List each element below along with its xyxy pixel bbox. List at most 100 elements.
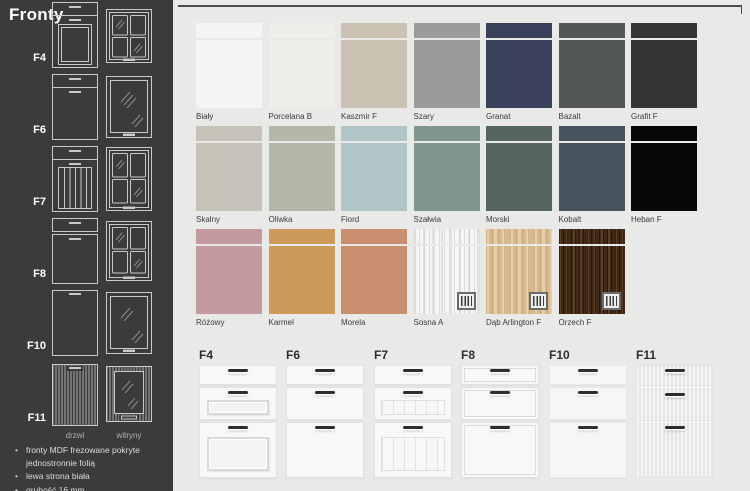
color-swatch: Różowy xyxy=(196,229,262,327)
color-swatch: Kobalt xyxy=(559,126,625,224)
color-swatch: Szałwia xyxy=(414,126,480,224)
palette-row: Różowy Karmel Morela Sosna A Dąb Arlingt… xyxy=(196,229,625,327)
swatch-chip xyxy=(196,23,262,108)
drawer xyxy=(374,365,452,385)
front-row-label: F6 xyxy=(0,124,46,136)
seam-line xyxy=(637,387,713,388)
swatch-chip xyxy=(631,23,697,108)
swatch-label: Granat xyxy=(486,112,552,121)
front-card-label: F11 xyxy=(636,348,714,365)
color-swatch: Kaszmir F xyxy=(341,23,407,121)
handle-icon xyxy=(490,369,510,372)
drawer xyxy=(461,387,539,420)
vitrines-column-label: witryny xyxy=(104,431,154,440)
handle-icon xyxy=(665,369,685,372)
palette-row: Skalny Oliwka Fiord Szałwia Morski Kobal… xyxy=(196,126,697,224)
wood-grain-icon xyxy=(602,292,621,310)
outline-frame xyxy=(464,425,536,475)
door-f11-icon xyxy=(52,364,98,431)
front-card-f7: F7 xyxy=(374,348,452,478)
swatch-chip xyxy=(486,229,552,314)
vitrine-f6-icon xyxy=(106,76,152,143)
front-card-label: F8 xyxy=(461,348,539,365)
slat-panel xyxy=(381,400,445,415)
handle-icon xyxy=(315,426,335,429)
catalog-page: Fronty F4 xyxy=(0,0,750,491)
front-card-f11: F11 xyxy=(636,348,714,478)
swatch-label: Fiord xyxy=(341,215,407,224)
swatch-chip xyxy=(341,126,407,211)
swatch-label: Dąb Arlington F xyxy=(486,318,552,327)
seam-line xyxy=(637,422,713,423)
swatch-chip xyxy=(631,126,697,211)
front-row-f7: F7 xyxy=(0,146,173,214)
handle-icon xyxy=(490,391,510,394)
color-swatch: Morela xyxy=(341,229,407,327)
swatch-chip xyxy=(486,126,552,211)
note-item: fronty MDF frezowane pokryte jednostronn… xyxy=(14,444,160,469)
color-swatch: Dąb Arlington F xyxy=(486,229,552,327)
handle-icon xyxy=(578,391,598,394)
front-row-f4: F4 xyxy=(0,2,173,70)
color-swatch: Porcelana B xyxy=(269,23,335,121)
drawer xyxy=(461,365,539,385)
front-card-drawing xyxy=(374,365,452,478)
door-f10-icon xyxy=(52,290,98,361)
swatch-label: Oliwka xyxy=(269,215,335,224)
drawer xyxy=(286,365,364,385)
palette-row: Biały Porcelana B Kaszmir F Szary Granat… xyxy=(196,23,697,121)
handle-icon xyxy=(403,391,423,394)
outline-frame xyxy=(464,390,536,417)
sidebar: Fronty F4 xyxy=(0,0,173,491)
handle-icon xyxy=(578,369,598,372)
drawer xyxy=(374,387,452,420)
drawer xyxy=(199,387,277,420)
color-swatch: Granat xyxy=(486,23,552,121)
swatch-chip xyxy=(341,23,407,108)
swatch-label: Kobalt xyxy=(559,215,625,224)
drawer xyxy=(549,365,627,385)
swatch-label: Kaszmir F xyxy=(341,112,407,121)
fluted-front xyxy=(636,365,714,478)
door-f4-icon xyxy=(52,2,98,73)
front-card-drawing xyxy=(199,365,277,478)
swatch-chip xyxy=(196,126,262,211)
door-f8-icon xyxy=(52,218,98,289)
swatch-chip xyxy=(414,229,480,314)
slat-panel xyxy=(381,437,445,471)
door-f6-icon xyxy=(52,74,98,145)
front-card-f6: F6 xyxy=(286,348,364,478)
swatch-chip xyxy=(486,23,552,108)
front-row-label: F8 xyxy=(0,268,46,280)
wood-grain-icon xyxy=(457,292,476,310)
swatch-chip xyxy=(269,126,335,211)
door-f7-icon xyxy=(52,146,98,217)
handle-icon xyxy=(228,369,248,372)
front-card-f4: F4 xyxy=(199,348,277,478)
handle-icon xyxy=(315,369,335,372)
front-card-label: F10 xyxy=(549,348,627,365)
color-swatch: Szary xyxy=(414,23,480,121)
front-card-drawing xyxy=(549,365,627,478)
color-swatch: Orzech F xyxy=(559,229,625,327)
handle-icon xyxy=(315,391,335,394)
swatch-label: Morela xyxy=(341,318,407,327)
handle-icon xyxy=(228,426,248,429)
vitrine-f11-icon xyxy=(106,366,152,427)
swatch-label: Porcelana B xyxy=(269,112,335,121)
swatch-label: Różowy xyxy=(196,318,262,327)
front-card-drawing xyxy=(286,365,364,478)
notes-list: fronty MDF frezowane pokryte jednostronn… xyxy=(14,444,160,491)
front-card-f10: F10 xyxy=(549,348,627,478)
swatch-label: Karmel xyxy=(269,318,335,327)
drawer xyxy=(549,422,627,478)
color-swatch: Skalny xyxy=(196,126,262,224)
front-card-drawing xyxy=(461,365,539,478)
swatch-chip xyxy=(341,229,407,314)
handle-icon xyxy=(665,393,685,396)
color-swatch: Heban F xyxy=(631,126,697,224)
swatch-chip xyxy=(559,23,625,108)
swatch-label: Szałwia xyxy=(414,215,480,224)
drawer xyxy=(286,387,364,420)
vitrine-f8-icon xyxy=(106,221,152,286)
